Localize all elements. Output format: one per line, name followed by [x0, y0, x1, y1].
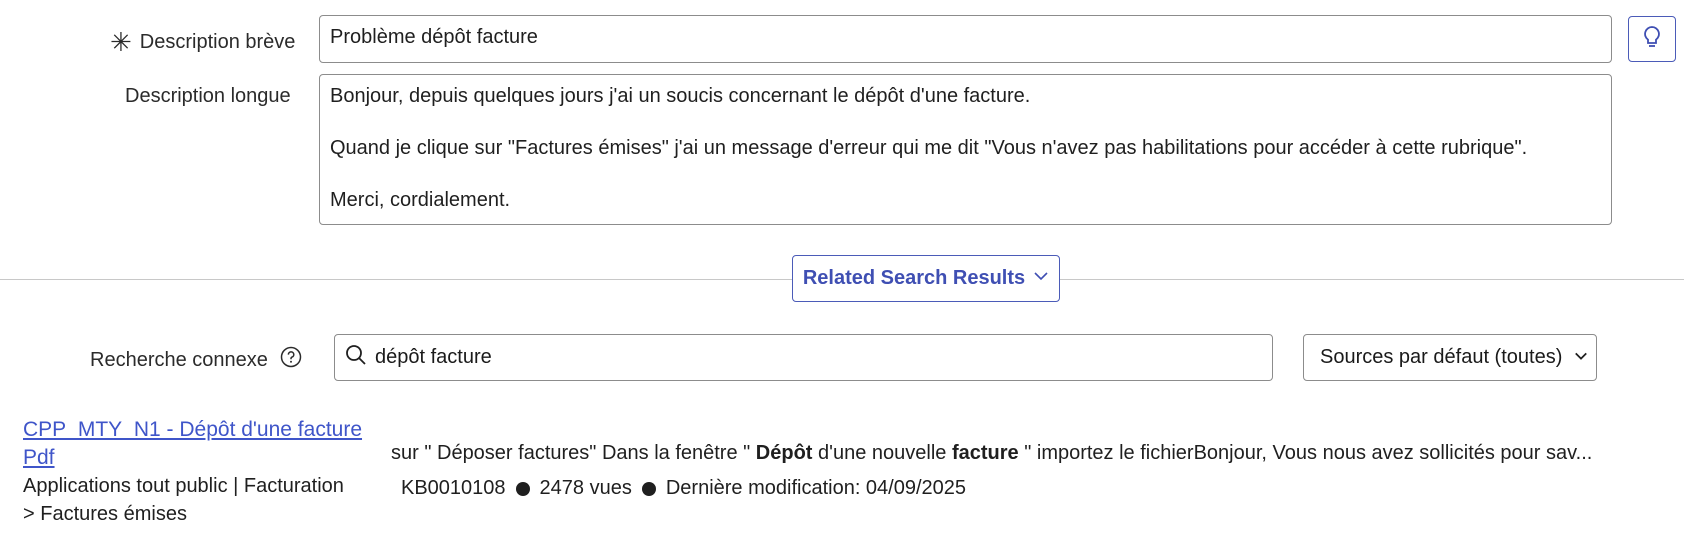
- long-description-line: Bonjour, depuis quelques jours j'ai un s…: [330, 85, 1031, 107]
- help-icon[interactable]: [280, 346, 302, 374]
- related-search-results-toggle[interactable]: Related Search Results: [792, 255, 1060, 302]
- view-count: 2478 vues: [539, 477, 632, 499]
- suggestion-button[interactable]: [1628, 16, 1676, 62]
- short-description-label: ✳ Description brève: [110, 27, 296, 57]
- chevron-down-icon: [1574, 346, 1588, 369]
- result-category-path: Applications tout public | Facturation >…: [23, 475, 344, 525]
- search-icon: [345, 344, 367, 372]
- chevron-down-icon: [1033, 267, 1049, 290]
- separator-dot-icon: [515, 481, 530, 496]
- result-snippet: sur " Déposer factures" Dans la fenêtre …: [391, 442, 1593, 464]
- last-modified: Dernière modification: 04/09/2025: [665, 477, 967, 499]
- result-metadata: KB0010108 2478 vues Dernière modificatio…: [401, 477, 966, 500]
- related-search-label: Recherche connexe: [90, 346, 302, 374]
- result-title-link[interactable]: CPP_MTY_N1 - Dépôt d'une facture Pdf: [23, 416, 362, 472]
- sources-select[interactable]: Sources par défaut (toutes): [1303, 334, 1597, 381]
- short-description-input[interactable]: Problème dépôt facture: [319, 15, 1612, 63]
- related-search-input[interactable]: dépôt facture: [334, 334, 1273, 381]
- long-description-textarea[interactable]: Bonjour, depuis quelques jours j'ai un s…: [319, 74, 1612, 225]
- kb-number: KB0010108: [401, 477, 506, 499]
- separator-dot-icon: [641, 481, 656, 496]
- long-description-label: Description longue: [125, 85, 291, 107]
- lightbulb-icon: [1642, 25, 1662, 54]
- long-description-line: Quand je clique sur "Factures émises" j'…: [330, 137, 1528, 159]
- long-description-line: Merci, cordialement.: [330, 189, 511, 211]
- required-marker-icon: ✳: [110, 27, 132, 57]
